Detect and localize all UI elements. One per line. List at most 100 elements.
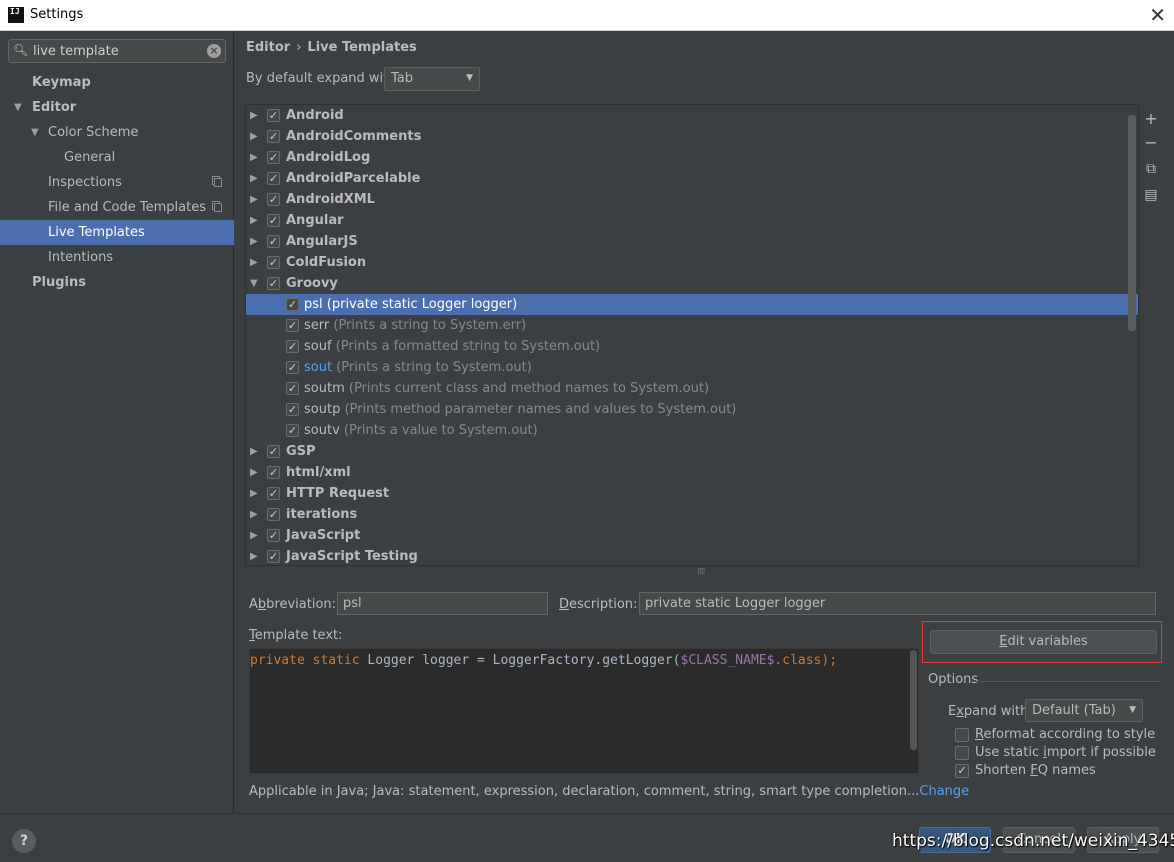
group-checkbox[interactable]: ✓ [267, 214, 280, 227]
expand-arrow-icon[interactable]: ▶ [250, 189, 258, 210]
group-checkbox[interactable]: ✓ [267, 466, 280, 479]
sidebar-item-color-scheme[interactable]: ▼ Color Scheme [0, 120, 234, 145]
sidebar-item-file-code-templates[interactable]: File and Code Templates [0, 195, 234, 220]
template-row-sout[interactable]: ✓ sout (Prints a string to System.out) [246, 357, 1138, 378]
template-group-row[interactable]: ▶ ✓ Angular [246, 210, 1138, 231]
group-checkbox[interactable]: ✓ [267, 487, 280, 500]
sidebar-item-plugins[interactable]: Plugins [0, 270, 234, 295]
sidebar-item-live-templates[interactable]: Live Templates [0, 220, 234, 245]
template-group-row[interactable]: ▶ ✓ GSP [246, 441, 1138, 462]
shorten-fq-checkbox[interactable]: ✓ [955, 764, 969, 778]
expand-arrow-icon[interactable]: ▶ [250, 483, 258, 504]
description-field[interactable]: private static Logger logger [639, 592, 1156, 615]
expand-with-select[interactable]: Default (Tab) ▼ [1025, 699, 1143, 722]
copy-icon[interactable]: ⧉ [1142, 158, 1160, 180]
template-group-row[interactable]: ▼ ✓ Groovy [246, 273, 1138, 294]
abbreviation-field[interactable]: psl [337, 592, 548, 615]
sidebar-item-general[interactable]: General [0, 145, 234, 170]
default-expand-select[interactable]: Tab ▼ [384, 67, 480, 91]
template-checkbox[interactable]: ✓ [286, 424, 299, 437]
expand-arrow-icon[interactable]: ▶ [250, 441, 258, 462]
group-checkbox[interactable]: ✓ [267, 151, 280, 164]
clear-search-icon[interactable]: × [207, 44, 221, 58]
expand-arrow-icon[interactable]: ▶ [250, 231, 258, 252]
sidebar-item-inspections[interactable]: Inspections [0, 170, 234, 195]
template-group-row[interactable]: ▶ ✓ AndroidLog [246, 147, 1138, 168]
template-group-row[interactable]: ▶ ✓ AndroidComments [246, 126, 1138, 147]
expand-arrow-icon[interactable]: ▶ [250, 105, 258, 126]
expand-arrow-icon[interactable]: ▶ [250, 525, 258, 546]
expand-arrow-icon[interactable]: ▶ [250, 147, 258, 168]
expand-arrow-icon[interactable]: ▶ [250, 462, 258, 483]
applicable-context: Applicable in Java; Java: statement, exp… [249, 784, 969, 799]
template-checkbox[interactable]: ✓ [286, 298, 299, 311]
template-group-row[interactable]: ▶ ✓ ColdFusion [246, 252, 1138, 273]
template-group-row[interactable]: ▶ ✓ JavaScript Testing [246, 546, 1138, 567]
close-icon[interactable]: ✕ [1149, 3, 1166, 27]
templates-scrollbar[interactable] [1128, 115, 1136, 331]
template-group-row[interactable]: ▶ ✓ AngularJS [246, 231, 1138, 252]
remove-icon[interactable]: − [1142, 132, 1160, 154]
breadcrumb-parent[interactable]: Editor [246, 40, 290, 55]
group-checkbox[interactable]: ✓ [267, 193, 280, 206]
editor-scrollbar[interactable] [910, 650, 917, 750]
group-checkbox[interactable]: ✓ [267, 235, 280, 248]
add-icon[interactable]: + [1142, 108, 1160, 130]
template-checkbox[interactable]: ✓ [286, 340, 299, 353]
group-checkbox[interactable]: ✓ [267, 130, 280, 143]
restore-defaults-icon[interactable]: ▤ [1142, 184, 1160, 206]
sidebar-item-intentions[interactable]: Intentions [0, 245, 234, 270]
template-row-psl[interactable]: ✓ psl (private static Logger logger) [246, 294, 1138, 315]
expand-arrow-icon[interactable]: ▶ [250, 168, 258, 189]
template-group-row[interactable]: ▶ ✓ iterations [246, 504, 1138, 525]
template-row-soutv[interactable]: ✓ soutv (Prints a value to System.out) [246, 420, 1138, 441]
reformat-checkbox[interactable] [955, 728, 969, 742]
group-checkbox[interactable]: ✓ [267, 109, 280, 122]
collapse-arrow-icon[interactable]: ▼ [250, 273, 258, 294]
expand-arrow-icon[interactable]: ▶ [250, 210, 258, 231]
template-checkbox[interactable]: ✓ [286, 319, 299, 332]
group-label: GSP [286, 444, 316, 459]
template-row-souf[interactable]: ✓ souf (Prints a formatted string to Sys… [246, 336, 1138, 357]
sidebar-item-label: Inspections [48, 175, 122, 190]
expand-arrow-icon[interactable]: ▶ [250, 126, 258, 147]
settings-sidebar: 🔍︎ × Keymap ▼ Editor ▼ Color Scheme Gene… [0, 31, 234, 813]
search-icon[interactable]: 🔍︎ [13, 43, 28, 57]
template-row-soutm[interactable]: ✓ soutm (Prints current class and method… [246, 378, 1138, 399]
template-group-row[interactable]: ▶ ✓ JavaScript [246, 525, 1138, 546]
edit-variables-button[interactable]: Edit variables [930, 630, 1157, 654]
template-checkbox[interactable]: ✓ [286, 382, 299, 395]
template-group-row[interactable]: ▶ ✓ html/xml [246, 462, 1138, 483]
template-group-row[interactable]: ▶ ✓ AndroidXML [246, 189, 1138, 210]
title-bar: IJ Settings ✕ [0, 0, 1174, 31]
template-group-row[interactable]: ▶ ✓ Android [246, 105, 1138, 126]
template-row-soutp[interactable]: ✓ soutp (Prints method parameter names a… [246, 399, 1138, 420]
template-text-editor[interactable]: private static Logger logger = LoggerFac… [249, 648, 919, 774]
group-checkbox[interactable]: ✓ [267, 550, 280, 563]
sidebar-item-keymap[interactable]: Keymap [0, 70, 234, 95]
group-checkbox[interactable]: ✓ [267, 529, 280, 542]
group-checkbox[interactable]: ✓ [267, 172, 280, 185]
expand-arrow-icon[interactable]: ▶ [250, 546, 258, 567]
template-group-row[interactable]: ▶ ✓ AndroidParcelable [246, 168, 1138, 189]
expand-arrow-icon[interactable]: ▶ [250, 252, 258, 273]
group-checkbox[interactable]: ✓ [267, 277, 280, 290]
group-checkbox[interactable]: ✓ [267, 256, 280, 269]
static-import-checkbox[interactable] [955, 746, 969, 760]
collapse-arrow-icon[interactable]: ▼ [31, 120, 39, 145]
group-checkbox[interactable]: ✓ [267, 445, 280, 458]
template-row-serr[interactable]: ✓ serr (Prints a string to System.err) [246, 315, 1138, 336]
help-icon[interactable]: ? [12, 829, 36, 853]
group-label: AndroidParcelable [286, 171, 421, 186]
template-checkbox[interactable]: ✓ [286, 361, 299, 374]
settings-search[interactable]: 🔍︎ × [8, 39, 226, 63]
change-context-link[interactable]: Change [919, 784, 969, 799]
template-group-row[interactable]: ▶ ✓ HTTP Request [246, 483, 1138, 504]
template-checkbox[interactable]: ✓ [286, 403, 299, 416]
collapse-arrow-icon[interactable]: ▼ [14, 95, 22, 120]
search-input[interactable] [33, 42, 203, 60]
splitter-handle[interactable]: ⁞⁞⁞⁞ [697, 567, 706, 577]
sidebar-item-editor[interactable]: ▼ Editor [0, 95, 234, 120]
expand-arrow-icon[interactable]: ▶ [250, 504, 258, 525]
group-checkbox[interactable]: ✓ [267, 508, 280, 521]
